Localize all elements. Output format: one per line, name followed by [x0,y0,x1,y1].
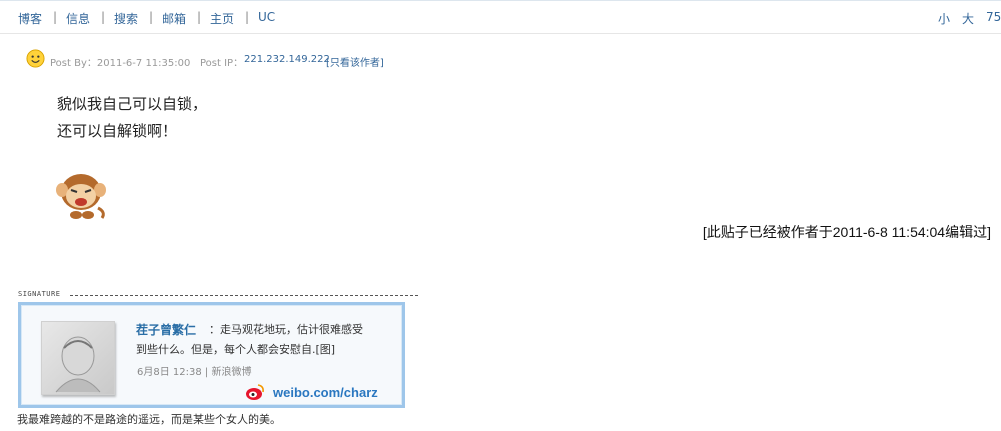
only-author-link[interactable]: [只看该作者] [326,54,384,69]
weibo-card[interactable]: 茬子曾繁仁 ：走马观花地玩，估计很难感受 到些什么。但是，每个人都会安慰自.[图… [18,302,405,408]
nav-info-link[interactable]: 信息 [66,10,90,27]
weibo-text-line: ：走马观花地玩，估计很难感受 [209,323,363,336]
post-content-line: 貌似我自己可以自锁， [57,95,208,113]
nav-separator: | [53,10,58,24]
post-content-line: 还可以自解锁啊！ [57,122,178,140]
weibo-logo-icon [246,384,264,400]
post-ip-label: Post IP： [200,58,244,69]
signature-motto: 我最难跨越的不是路途的遥远，而是某些个女人的美。 [17,413,281,426]
monkey-emoticon-icon [56,174,106,219]
post-time: Post By：2011-6-7 11:35:00 [50,58,191,69]
nav-mail-link[interactable]: 邮箱 [162,10,186,27]
nav-separator: | [101,10,106,24]
zoom-link[interactable]: 75 [986,10,1001,24]
weibo-meta: 6月8日 12:38 | 新浪微博 [137,367,252,378]
post-ip: 221.232.149.222 [244,54,330,65]
signature-label: SIGNATURE [18,290,61,298]
avatar-image-icon [55,336,101,393]
nav-blog-link[interactable]: 博客 [18,10,42,27]
font-small-link[interactable]: 小 [938,10,950,27]
weibo-url-link[interactable]: weibo.com/charz [273,385,378,400]
weibo-username-link[interactable]: 茬子曾繁仁 [136,321,196,338]
nav-separator: | [245,10,250,24]
nav-uc-link[interactable]: UC [258,10,275,24]
nav-home-link[interactable]: 主页 [210,10,234,27]
signature-divider [70,295,418,296]
avatar[interactable] [41,321,115,395]
nav-search-link[interactable]: 搜索 [114,10,138,27]
weibo-text-line: 到些什么。但是，每个人都会安慰自.[图] [136,343,336,356]
edit-note: [此贴子已经被作者于2011-6-8 11:54:04编辑过] [702,224,991,240]
font-large-link[interactable]: 大 [962,10,974,27]
top-navigation: 博客 | 信息 | 搜索 | 邮箱 | 主页 | UC 小 大 75 [0,0,1001,34]
smiley-icon [26,49,45,68]
nav-separator: | [149,10,154,24]
nav-separator: | [197,10,202,24]
